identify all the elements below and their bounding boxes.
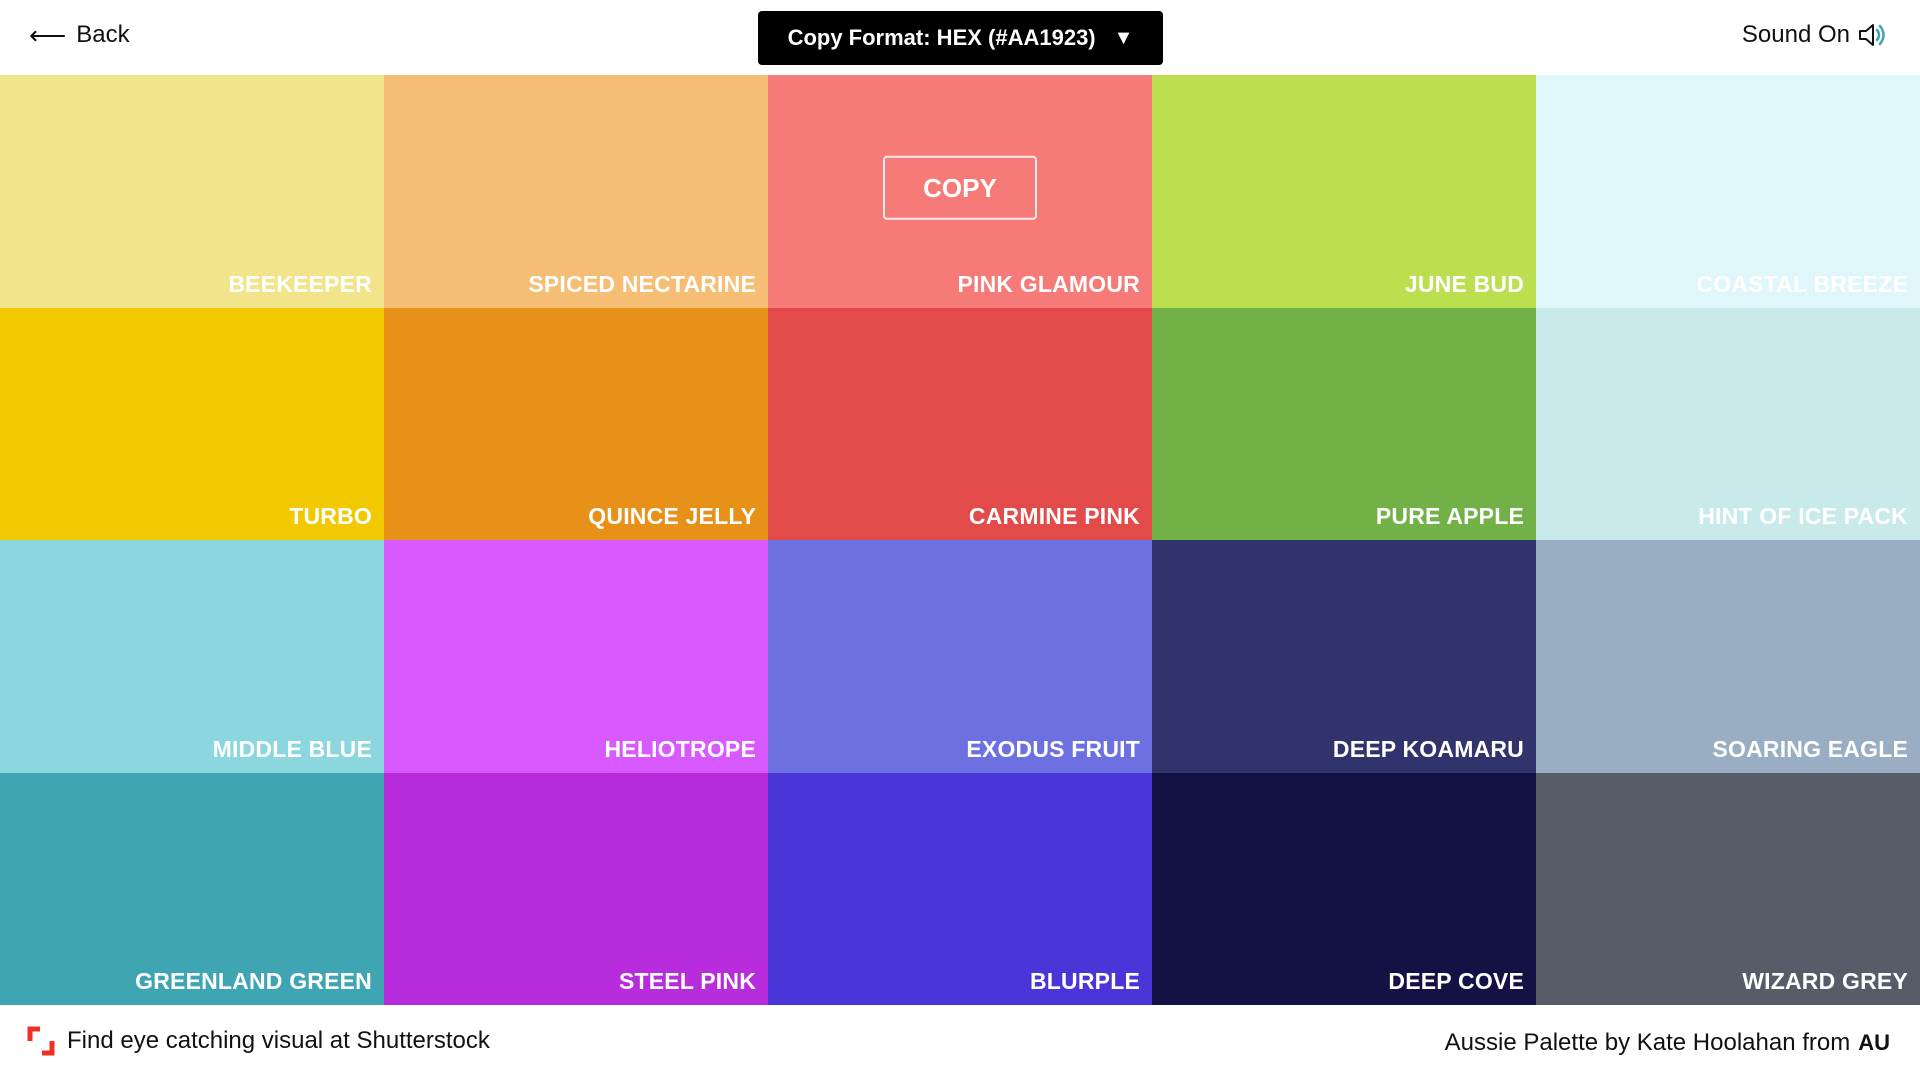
color-name: COASTAL BREEZE — [1696, 270, 1908, 297]
color-swatch[interactable]: SOARING EAGLE — [1536, 540, 1920, 773]
color-swatch[interactable]: BLURPLE — [768, 772, 1152, 1005]
color-name: MIDDLE BLUE — [212, 735, 372, 762]
shutterstock-text: Find eye catching visual at Shutterstock — [67, 1027, 490, 1054]
color-name: SOARING EAGLE — [1712, 735, 1908, 762]
color-swatch[interactable]: SPICED NECTARINE — [384, 75, 768, 308]
color-swatch[interactable]: BEEKEEPER — [0, 75, 384, 308]
top-bar: ⟵ Back Copy Format: HEX (#AA1923) ▼ Soun… — [0, 0, 1920, 75]
color-swatch[interactable]: PURE APPLE — [1152, 307, 1536, 540]
color-swatch[interactable]: HINT OF ICE PACK — [1536, 307, 1920, 540]
color-name: QUINCE JELLY — [588, 503, 756, 529]
color-name: PINK GLAMOUR — [957, 270, 1140, 297]
color-name: HELIOTROPE — [604, 735, 756, 762]
color-swatch[interactable]: MIDDLE BLUE — [0, 540, 384, 773]
palette-grid: BEEKEEPER SPICED NECTARINE COPY PINK GLA… — [0, 75, 1920, 1005]
color-name: DEEP COVE — [1388, 968, 1524, 994]
color-swatch[interactable]: CARMINE PINK — [768, 307, 1152, 540]
color-name: TURBO — [289, 503, 372, 529]
color-swatch[interactable]: GREENLAND GREEN — [0, 772, 384, 1005]
back-label: Back — [76, 21, 130, 48]
copy-format-label: Copy Format: HEX (#AA1923) — [787, 25, 1096, 50]
color-swatch[interactable]: TURBO — [0, 307, 384, 540]
color-swatch[interactable]: COPY PINK GLAMOUR — [768, 75, 1152, 308]
color-swatch[interactable]: JUNE BUD — [1152, 75, 1536, 308]
back-button[interactable]: ⟵ Back — [29, 18, 130, 52]
color-swatch[interactable]: WIZARD GREY — [1536, 772, 1920, 1005]
color-name: BEEKEEPER — [228, 270, 372, 297]
palette-credit: Aussie Palette by Kate Hoolahan from AU — [1445, 1027, 1890, 1059]
color-swatch[interactable]: COASTAL BREEZE — [1536, 75, 1920, 308]
color-swatch[interactable]: QUINCE JELLY — [384, 307, 768, 540]
color-swatch[interactable]: HELIOTROPE — [384, 540, 768, 773]
footer: Find eye catching visual at Shutterstock… — [0, 1005, 1920, 1080]
caret-down-icon: ▼ — [1113, 26, 1134, 49]
color-name: DEEP KOAMARU — [1332, 735, 1524, 762]
color-name: STEEL PINK — [618, 968, 756, 994]
color-swatch[interactable]: EXODUS FRUIT — [768, 540, 1152, 773]
color-name: GREENLAND GREEN — [135, 968, 372, 994]
sound-toggle[interactable]: Sound On — [1742, 18, 1888, 52]
copy-format-dropdown[interactable]: Copy Format: HEX (#AA1923) ▼ — [758, 11, 1163, 65]
color-name: EXODUS FRUIT — [966, 735, 1140, 762]
shutterstock-logo-icon — [27, 1026, 55, 1056]
credit-text: Aussie Palette by Kate Hoolahan from — [1444, 1029, 1851, 1056]
color-name: SPICED NECTARINE — [528, 270, 756, 297]
color-name: CARMINE PINK — [968, 503, 1140, 529]
speaker-icon — [1859, 24, 1885, 46]
copy-button[interactable]: COPY — [883, 156, 1037, 221]
color-swatch[interactable]: DEEP KOAMARU — [1152, 540, 1536, 773]
color-swatch[interactable]: STEEL PINK — [384, 772, 768, 1005]
arrow-left-icon: ⟵ — [29, 20, 67, 50]
color-name: JUNE BUD — [1404, 270, 1524, 297]
country-code: AU — [1858, 1030, 1890, 1055]
shutterstock-link[interactable]: Find eye catching visual at Shutterstock — [27, 1025, 490, 1057]
color-name: PURE APPLE — [1375, 503, 1524, 529]
color-name: WIZARD GREY — [1742, 968, 1908, 994]
sound-label: Sound On — [1741, 21, 1850, 48]
color-name: BLURPLE — [1029, 968, 1140, 994]
color-swatch[interactable]: DEEP COVE — [1152, 772, 1536, 1005]
color-name: HINT OF ICE PACK — [1698, 503, 1908, 529]
